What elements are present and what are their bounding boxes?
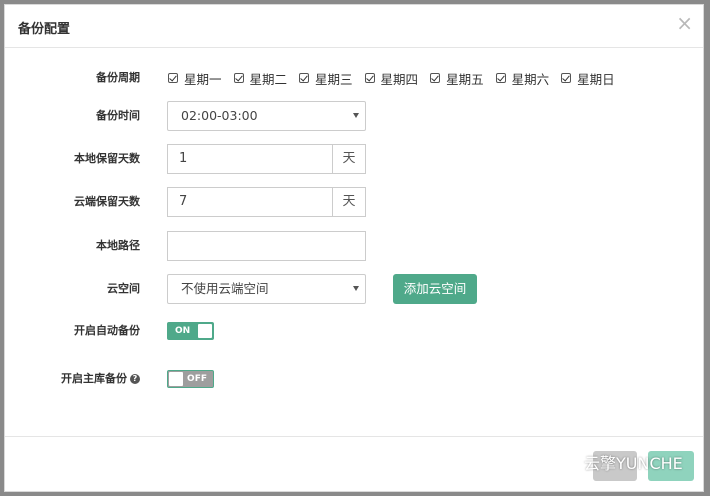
main-db-backup-label-wrap: 开启主库备份? <box>61 364 140 394</box>
cloud-retention-input[interactable]: 7 <box>167 187 332 217</box>
cloud-space-row: 云空间 不使用云端空间 添加云空间 <box>5 274 705 304</box>
backup-cycle-row: 备份周期 星期一 星期二 星期三 星期四 星期五 星期六 星期日 <box>5 63 705 93</box>
weekday-sun[interactable]: 星期日 <box>561 69 615 88</box>
cloud-retention-group: 7 天 <box>167 187 366 217</box>
weekday-tue[interactable]: 星期二 <box>233 69 287 88</box>
auto-backup-label: 开启自动备份 <box>74 324 140 337</box>
backup-time-label: 备份时间 <box>96 109 140 122</box>
toggle-knob <box>198 324 212 338</box>
checkbox-checked-icon[interactable] <box>561 73 572 83</box>
checkbox-checked-icon[interactable] <box>430 73 441 83</box>
close-icon[interactable]: × <box>676 13 693 33</box>
watermark: 云擎YUNCHE <box>550 450 683 474</box>
wechat-icon <box>551 452 577 472</box>
dialog-title: 备份配置 <box>18 22 71 37</box>
weekday-thu[interactable]: 星期四 <box>364 69 418 88</box>
weekday-wed[interactable]: 星期三 <box>299 69 353 88</box>
toggle-state-text: OFF <box>187 374 207 384</box>
main-db-backup-row: 开启主库备份? OFF <box>5 364 705 394</box>
toggle-state-text: ON <box>175 326 191 336</box>
weekday-sat[interactable]: 星期六 <box>495 69 549 88</box>
auto-backup-toggle[interactable]: ON <box>167 322 214 340</box>
local-path-input[interactable] <box>167 231 366 261</box>
main-db-backup-label: 开启主库备份 <box>61 372 127 385</box>
checkbox-checked-icon[interactable] <box>233 73 244 83</box>
local-retention-unit: 天 <box>332 144 366 174</box>
backup-cycle-label: 备份周期 <box>96 71 140 84</box>
cloud-space-label: 云空间 <box>107 282 140 295</box>
watermark-text: 云擎YUNCHE <box>584 454 683 473</box>
checkbox-checked-icon[interactable] <box>495 73 506 83</box>
auto-backup-row: 开启自动备份 ON <box>5 316 705 346</box>
local-retention-group: 1 天 <box>167 144 366 174</box>
cloud-retention-label: 云端保留天数 <box>74 195 140 208</box>
backup-time-value: 02:00-03:00 <box>181 108 258 123</box>
cloud-retention-row: 云端保留天数 7 天 <box>5 187 705 217</box>
checkbox-checked-icon[interactable] <box>299 73 310 83</box>
backup-time-row: 备份时间 02:00-03:00 <box>5 101 705 131</box>
weekday-checkboxes: 星期一 星期二 星期三 星期四 星期五 星期六 星期日 <box>168 63 627 93</box>
toggle-knob <box>169 372 183 386</box>
cloud-space-value: 不使用云端空间 <box>181 281 269 296</box>
checkbox-checked-icon[interactable] <box>364 73 375 83</box>
caret-down-icon <box>353 286 359 291</box>
weekday-mon[interactable]: 星期一 <box>168 69 222 88</box>
backup-time-select[interactable]: 02:00-03:00 <box>167 101 366 131</box>
caret-down-icon <box>353 113 359 118</box>
local-retention-label: 本地保留天数 <box>74 152 140 165</box>
backup-config-dialog: 备份配置 × 备份周期 星期一 星期二 星期三 星期四 星期五 星期六 星期日 … <box>4 4 704 492</box>
weekday-fri[interactable]: 星期五 <box>430 69 484 88</box>
main-db-backup-toggle[interactable]: OFF <box>167 370 214 388</box>
local-path-label: 本地路径 <box>96 239 140 252</box>
checkbox-checked-icon[interactable] <box>168 73 178 83</box>
help-icon[interactable]: ? <box>130 374 140 384</box>
local-path-row: 本地路径 <box>5 231 705 261</box>
dialog-header: 备份配置 × <box>5 5 703 48</box>
local-retention-input[interactable]: 1 <box>167 144 332 174</box>
local-retention-row: 本地保留天数 1 天 <box>5 144 705 174</box>
cloud-space-select[interactable]: 不使用云端空间 <box>167 274 366 304</box>
add-cloud-space-button[interactable]: 添加云空间 <box>393 274 477 304</box>
cloud-retention-unit: 天 <box>332 187 366 217</box>
